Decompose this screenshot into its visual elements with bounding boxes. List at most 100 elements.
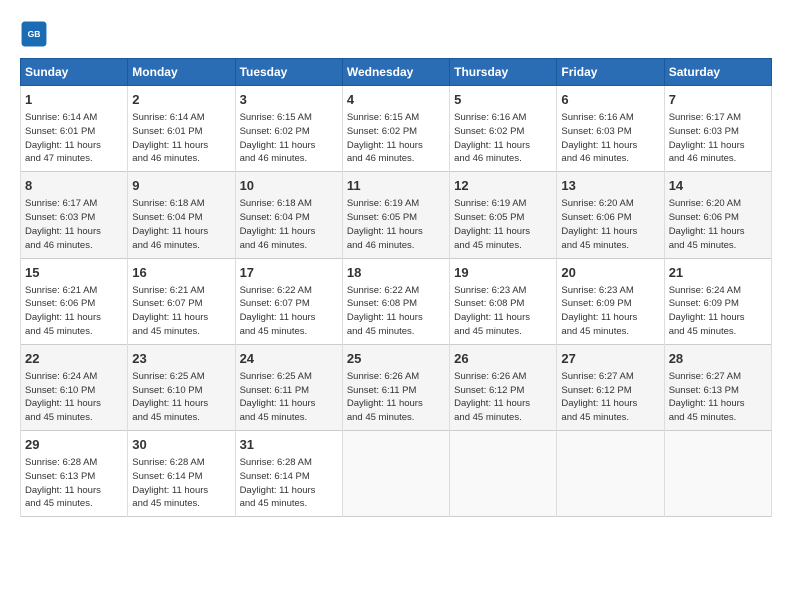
day-info: Sunrise: 6:27 AMSunset: 6:13 PMDaylight:…: [669, 370, 767, 425]
day-info: Sunrise: 6:15 AMSunset: 6:02 PMDaylight:…: [347, 111, 445, 166]
day-number: 5: [454, 91, 552, 109]
col-tuesday: Tuesday: [235, 59, 342, 86]
day-info: Sunrise: 6:26 AMSunset: 6:11 PMDaylight:…: [347, 370, 445, 425]
day-number: 6: [561, 91, 659, 109]
calendar-cell: 8 Sunrise: 6:17 AMSunset: 6:03 PMDaylight…: [21, 172, 128, 258]
day-info: Sunrise: 6:19 AMSunset: 6:05 PMDaylight:…: [454, 197, 552, 252]
day-info: Sunrise: 6:26 AMSunset: 6:12 PMDaylight:…: [454, 370, 552, 425]
calendar-cell: 13 Sunrise: 6:20 AMSunset: 6:06 PMDayligh…: [557, 172, 664, 258]
day-info: Sunrise: 6:15 AMSunset: 6:02 PMDaylight:…: [240, 111, 338, 166]
calendar-cell: 29Sunrise: 6:28 AMSunset: 6:13 PMDayligh…: [21, 431, 128, 517]
day-number: 7: [669, 91, 767, 109]
day-number: 12: [454, 177, 552, 195]
day-number: 28: [669, 350, 767, 368]
calendar-cell: 27 Sunrise: 6:27 AMSunset: 6:12 PMDayligh…: [557, 344, 664, 430]
calendar-cell: 20 Sunrise: 6:23 AMSunset: 6:09 PMDayligh…: [557, 258, 664, 344]
calendar-cell: 30 Sunrise: 6:28 AMSunset: 6:14 PMDayligh…: [128, 431, 235, 517]
day-info: Sunrise: 6:22 AMSunset: 6:08 PMDaylight:…: [347, 284, 445, 339]
calendar-week-row: 1Sunrise: 6:14 AMSunset: 6:01 PMDaylight…: [21, 86, 772, 172]
day-number: 22: [25, 350, 123, 368]
day-number: 24: [240, 350, 338, 368]
day-number: 31: [240, 436, 338, 454]
col-monday: Monday: [128, 59, 235, 86]
day-info: Sunrise: 6:18 AMSunset: 6:04 PMDaylight:…: [132, 197, 230, 252]
day-number: 13: [561, 177, 659, 195]
day-info: Sunrise: 6:21 AMSunset: 6:06 PMDaylight:…: [25, 284, 123, 339]
calendar-cell: 31 Sunrise: 6:28 AMSunset: 6:14 PMDayligh…: [235, 431, 342, 517]
calendar-cell: 1Sunrise: 6:14 AMSunset: 6:01 PMDaylight…: [21, 86, 128, 172]
calendar-header-row: Sunday Monday Tuesday Wednesday Thursday…: [21, 59, 772, 86]
day-number: 18: [347, 264, 445, 282]
calendar-cell: 21Sunrise: 6:24 AMSunset: 6:09 PMDayligh…: [664, 258, 771, 344]
calendar-table: Sunday Monday Tuesday Wednesday Thursday…: [20, 58, 772, 517]
calendar-cell: 17Sunrise: 6:22 AMSunset: 6:07 PMDayligh…: [235, 258, 342, 344]
calendar-cell: [342, 431, 449, 517]
day-info: Sunrise: 6:27 AMSunset: 6:12 PMDaylight:…: [561, 370, 659, 425]
page-header: GB: [20, 20, 772, 48]
day-number: 27: [561, 350, 659, 368]
day-number: 3: [240, 91, 338, 109]
logo-icon: GB: [20, 20, 48, 48]
calendar-cell: 9Sunrise: 6:18 AMSunset: 6:04 PMDaylight…: [128, 172, 235, 258]
col-wednesday: Wednesday: [342, 59, 449, 86]
day-number: 29: [25, 436, 123, 454]
calendar-cell: [450, 431, 557, 517]
day-number: 30: [132, 436, 230, 454]
calendar-cell: [664, 431, 771, 517]
day-number: 2: [132, 91, 230, 109]
day-number: 14: [669, 177, 767, 195]
day-info: Sunrise: 6:20 AMSunset: 6:06 PMDaylight:…: [561, 197, 659, 252]
day-number: 23: [132, 350, 230, 368]
calendar-cell: 24 Sunrise: 6:25 AMSunset: 6:11 PMDayligh…: [235, 344, 342, 430]
calendar-cell: 12 Sunrise: 6:19 AMSunset: 6:05 PMDayligh…: [450, 172, 557, 258]
day-info: Sunrise: 6:19 AMSunset: 6:05 PMDaylight:…: [347, 197, 445, 252]
calendar-cell: 2 Sunrise: 6:14 AMSunset: 6:01 PMDaylight…: [128, 86, 235, 172]
day-info: Sunrise: 6:23 AMSunset: 6:08 PMDaylight:…: [454, 284, 552, 339]
col-saturday: Saturday: [664, 59, 771, 86]
day-number: 8: [25, 177, 123, 195]
logo: GB: [20, 20, 52, 48]
calendar-cell: 23 Sunrise: 6:25 AMSunset: 6:10 PMDayligh…: [128, 344, 235, 430]
day-number: 20: [561, 264, 659, 282]
calendar-week-row: 15 Sunrise: 6:21 AMSunset: 6:06 PMDayligh…: [21, 258, 772, 344]
day-info: Sunrise: 6:18 AMSunset: 6:04 PMDaylight:…: [240, 197, 338, 252]
day-info: Sunrise: 6:16 AMSunset: 6:03 PMDaylight:…: [561, 111, 659, 166]
day-info: Sunrise: 6:14 AMSunset: 6:01 PMDaylight:…: [25, 111, 123, 166]
calendar-cell: 28 Sunrise: 6:27 AMSunset: 6:13 PMDayligh…: [664, 344, 771, 430]
day-info: Sunrise: 6:24 AMSunset: 6:09 PMDaylight:…: [669, 284, 767, 339]
day-info: Sunrise: 6:14 AMSunset: 6:01 PMDaylight:…: [132, 111, 230, 166]
calendar-cell: 15 Sunrise: 6:21 AMSunset: 6:06 PMDayligh…: [21, 258, 128, 344]
calendar-week-row: 22Sunrise: 6:24 AMSunset: 6:10 PMDayligh…: [21, 344, 772, 430]
calendar-cell: 5 Sunrise: 6:16 AMSunset: 6:02 PMDaylight…: [450, 86, 557, 172]
day-info: Sunrise: 6:28 AMSunset: 6:14 PMDaylight:…: [240, 456, 338, 511]
calendar-cell: 10 Sunrise: 6:18 AMSunset: 6:04 PMDayligh…: [235, 172, 342, 258]
day-number: 25: [347, 350, 445, 368]
calendar-cell: 14Sunrise: 6:20 AMSunset: 6:06 PMDayligh…: [664, 172, 771, 258]
calendar-cell: 3 Sunrise: 6:15 AMSunset: 6:02 PMDaylight…: [235, 86, 342, 172]
day-info: Sunrise: 6:25 AMSunset: 6:10 PMDaylight:…: [132, 370, 230, 425]
day-info: Sunrise: 6:16 AMSunset: 6:02 PMDaylight:…: [454, 111, 552, 166]
calendar-cell: 19 Sunrise: 6:23 AMSunset: 6:08 PMDayligh…: [450, 258, 557, 344]
calendar-cell: 22Sunrise: 6:24 AMSunset: 6:10 PMDayligh…: [21, 344, 128, 430]
calendar-cell: 16Sunrise: 6:21 AMSunset: 6:07 PMDayligh…: [128, 258, 235, 344]
calendar-week-row: 8 Sunrise: 6:17 AMSunset: 6:03 PMDaylight…: [21, 172, 772, 258]
day-number: 15: [25, 264, 123, 282]
calendar-cell: 4 Sunrise: 6:15 AMSunset: 6:02 PMDaylight…: [342, 86, 449, 172]
day-number: 19: [454, 264, 552, 282]
calendar-cell: 7 Sunrise: 6:17 AMSunset: 6:03 PMDaylight…: [664, 86, 771, 172]
day-info: Sunrise: 6:17 AMSunset: 6:03 PMDaylight:…: [25, 197, 123, 252]
calendar-cell: 25 Sunrise: 6:26 AMSunset: 6:11 PMDayligh…: [342, 344, 449, 430]
day-info: Sunrise: 6:17 AMSunset: 6:03 PMDaylight:…: [669, 111, 767, 166]
day-number: 4: [347, 91, 445, 109]
day-number: 10: [240, 177, 338, 195]
day-number: 11: [347, 177, 445, 195]
day-info: Sunrise: 6:25 AMSunset: 6:11 PMDaylight:…: [240, 370, 338, 425]
day-number: 17: [240, 264, 338, 282]
day-number: 26: [454, 350, 552, 368]
col-thursday: Thursday: [450, 59, 557, 86]
col-sunday: Sunday: [21, 59, 128, 86]
day-info: Sunrise: 6:23 AMSunset: 6:09 PMDaylight:…: [561, 284, 659, 339]
col-friday: Friday: [557, 59, 664, 86]
day-info: Sunrise: 6:21 AMSunset: 6:07 PMDaylight:…: [132, 284, 230, 339]
day-info: Sunrise: 6:28 AMSunset: 6:14 PMDaylight:…: [132, 456, 230, 511]
